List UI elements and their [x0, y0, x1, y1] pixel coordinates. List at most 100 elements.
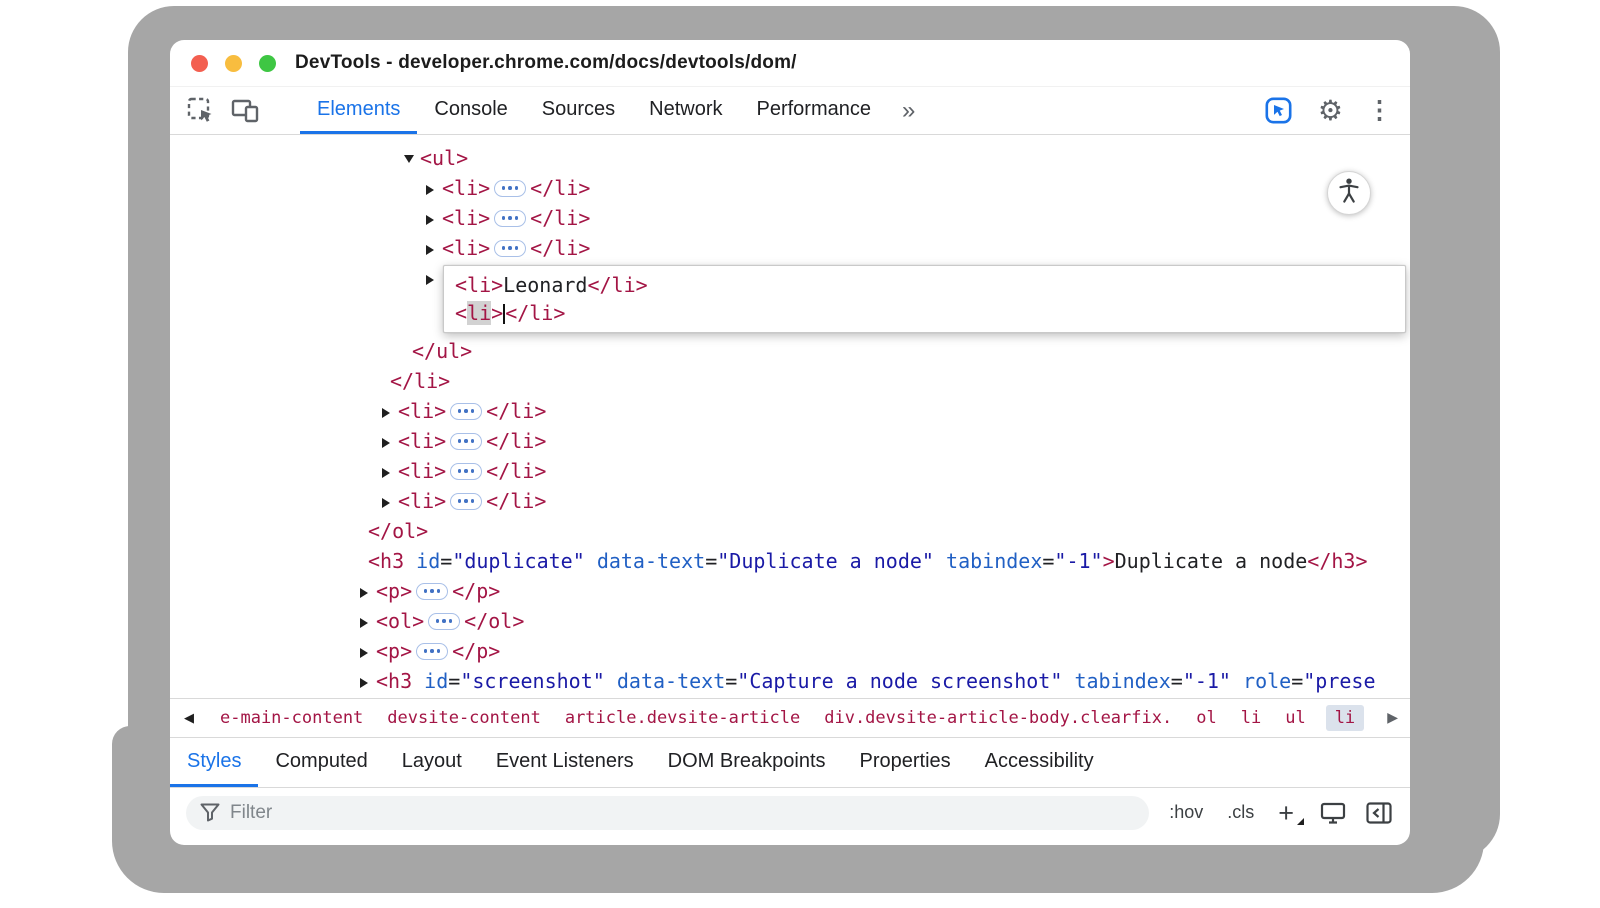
breadcrumb-item-selected[interactable]: li [1326, 705, 1364, 731]
code-token-plain: = [705, 549, 717, 573]
device-toolbar-icon[interactable] [230, 96, 260, 126]
disclosure-right-icon[interactable] [426, 205, 442, 235]
disclosure-right-icon[interactable] [382, 458, 398, 488]
dom-tree-row[interactable]: <p> </p> [170, 636, 1410, 666]
collapsed-content-icon[interactable] [494, 180, 526, 197]
dom-tree-row[interactable]: </ul> [170, 336, 1410, 366]
collapsed-content-icon[interactable] [416, 583, 448, 600]
tab-layout[interactable]: Layout [385, 738, 479, 787]
dom-tree-row[interactable]: <li>Leonard</li><li></li> [170, 263, 1410, 336]
dom-tree-row[interactable]: <li></li> [170, 173, 1410, 203]
zoom-window-button[interactable] [259, 55, 276, 72]
tab-dom-breakpoints[interactable]: DOM Breakpoints [651, 738, 843, 787]
code-token-plain: = [1171, 669, 1183, 693]
code-line: <p> </p> [376, 639, 500, 663]
dom-tree-row[interactable]: <li></li> [170, 203, 1410, 233]
dom-tree-row[interactable]: <li></li> [170, 426, 1410, 456]
code-token-tag: <h3 [368, 549, 404, 573]
collapsed-content-icon[interactable] [494, 240, 526, 257]
blue-tool-icon[interactable] [1264, 96, 1294, 126]
dom-tree-row[interactable]: </ol> [170, 516, 1410, 546]
new-style-rule-button[interactable]: + [1274, 803, 1302, 823]
tab-properties[interactable]: Properties [843, 738, 968, 787]
tab-event-listeners[interactable]: Event Listeners [479, 738, 651, 787]
breadcrumb-item[interactable]: ul [1285, 708, 1305, 728]
window-bottom-padding [170, 837, 1410, 845]
dom-tree-row[interactable]: </li> [170, 366, 1410, 396]
dom-tree-row[interactable]: <h3 id="duplicate" data-text="Duplicate … [170, 546, 1410, 576]
disclosure-right-icon[interactable] [360, 638, 376, 668]
dom-tree-row[interactable]: <p></p> [170, 576, 1410, 606]
disclosure-right-icon[interactable] [382, 428, 398, 458]
element-classes-button[interactable]: .cls [1223, 800, 1258, 825]
code-token-plain: = [440, 549, 452, 573]
breadcrumb-scroll-left-button[interactable]: ◀ [170, 711, 196, 726]
dom-tree-row[interactable]: <ol></ol> [170, 606, 1410, 636]
collapsed-content-icon[interactable] [428, 613, 460, 630]
tab-performance[interactable]: Performance [740, 87, 889, 134]
code-token-val: "Capture a node screenshot" [737, 669, 1062, 693]
disclosure-right-icon[interactable] [426, 175, 442, 205]
breadcrumb-item[interactable]: devsite-content [387, 708, 541, 728]
code-token-tag: <p> [376, 639, 412, 663]
disclosure-right-icon[interactable] [382, 488, 398, 518]
style-filter-input[interactable] [230, 802, 1135, 824]
breadcrumb-item[interactable]: div.devsite-article-body.clearfix. [824, 708, 1172, 728]
inspect-element-icon[interactable] [186, 96, 216, 126]
dom-tree-row[interactable]: <ul> [170, 143, 1410, 173]
menu-kebab-icon[interactable]: ⋮ [1367, 98, 1392, 123]
code-token-val: "-1" [1054, 549, 1102, 573]
dom-tree-row[interactable]: <li></li> [170, 396, 1410, 426]
settings-gear-icon[interactable]: ⚙ [1318, 97, 1343, 125]
disclosure-right-icon[interactable] [382, 398, 398, 428]
disclosure-right-icon[interactable] [360, 578, 376, 608]
breadcrumb-item[interactable]: article.devsite-article [565, 708, 800, 728]
disclosure-down-icon[interactable] [404, 145, 420, 175]
disclosure-right-icon[interactable] [426, 265, 442, 295]
code-token-attr: data-text [617, 669, 725, 693]
code-token-tag: </li> [486, 459, 546, 483]
close-window-button[interactable] [191, 55, 208, 72]
style-filter-wrap[interactable] [186, 796, 1149, 830]
code-token-taghl: li [467, 301, 491, 325]
code-line: <li></li> [398, 399, 546, 423]
collapsed-content-icon[interactable] [450, 463, 482, 480]
collapsed-content-icon[interactable] [494, 210, 526, 227]
breadcrumb-item[interactable]: ol [1196, 708, 1216, 728]
display-icon[interactable] [1318, 798, 1348, 828]
code-token-attr: role [1243, 669, 1291, 693]
dom-tree-row[interactable]: <li></li> [170, 233, 1410, 263]
dom-tree: <ul><li></li><li></li><li></li><li>Leona… [170, 143, 1410, 696]
minimize-window-button[interactable] [225, 55, 242, 72]
tab-network[interactable]: Network [632, 87, 739, 134]
breadcrumb-item[interactable]: li [1241, 708, 1261, 728]
toggle-element-state-button[interactable]: :hov [1165, 800, 1207, 825]
collapsed-content-icon[interactable] [450, 493, 482, 510]
collapsed-content-icon[interactable] [450, 433, 482, 450]
code-token-val: "duplicate" [452, 549, 584, 573]
dom-tree-row[interactable]: <li></li> [170, 486, 1410, 516]
code-token-plain [934, 549, 946, 573]
tab-computed[interactable]: Computed [258, 738, 384, 787]
dom-tree-row[interactable]: <h3 id="screenshot" data-text="Capture a… [170, 666, 1410, 696]
code-token-tag: </p> [452, 639, 500, 663]
tab-sources[interactable]: Sources [525, 87, 632, 134]
breadcrumb-scroll-right-button[interactable]: ▶ [1383, 710, 1410, 726]
breadcrumb-item[interactable]: e-main-content [220, 708, 363, 728]
accessibility-floating-button[interactable] [1327, 171, 1371, 215]
sidebar-toggle-icon[interactable] [1364, 798, 1394, 828]
collapsed-content-icon[interactable] [416, 643, 448, 660]
tab-console[interactable]: Console [417, 87, 524, 134]
disclosure-right-icon[interactable] [360, 608, 376, 638]
disclosure-right-icon[interactable] [426, 235, 442, 265]
collapsed-content-icon[interactable] [450, 403, 482, 420]
dom-tree-row[interactable]: <li></li> [170, 456, 1410, 486]
tab-styles[interactable]: Styles [170, 738, 258, 787]
more-panels-button[interactable]: » [896, 97, 921, 125]
tab-elements[interactable]: Elements [300, 87, 417, 134]
disclosure-right-icon[interactable] [360, 668, 376, 698]
code-line: <h3 id="duplicate" data-text="Duplicate … [368, 549, 1368, 573]
code-token-tag: <ul> [420, 146, 468, 170]
dom-edit-textbox[interactable]: <li>Leonard</li><li></li> [443, 265, 1406, 333]
tab-accessibility[interactable]: Accessibility [968, 738, 1111, 787]
